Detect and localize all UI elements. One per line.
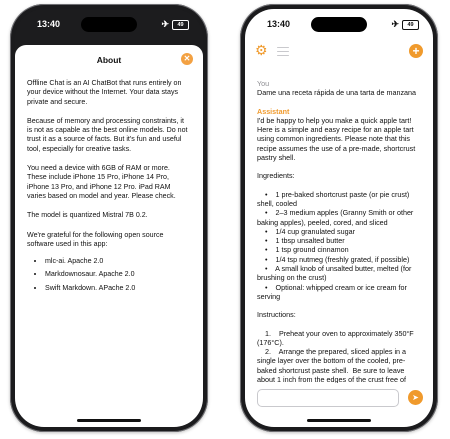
about-paragraph: Offline Chat is an AI ChatBot that runs …	[27, 79, 182, 106]
ingredients-list: • 1 pre-baked shortcrust paste (or pie c…	[257, 189, 414, 301]
chat-screen: 13:40 ✈ 49 ⚙ + You Dame una receta rápid…	[245, 9, 433, 427]
user-label: You	[257, 79, 270, 88]
user-message: Dame una receta rápida de una tarta de m…	[257, 88, 417, 98]
chat-transcript[interactable]: You Dame una receta rápida de una tarta …	[257, 79, 423, 383]
dynamic-island	[311, 17, 367, 32]
sheet-header: About ✕	[15, 45, 203, 75]
message-composer: ➤	[257, 389, 423, 409]
dynamic-island	[81, 17, 137, 32]
airplane-icon: ✈	[161, 19, 169, 29]
status-time: 13:40	[267, 19, 291, 29]
about-paragraph: Because of memory and processing constra…	[27, 116, 188, 153]
assistant-intro: I'd be happy to help you make a quick ap…	[257, 115, 418, 163]
new-chat-button[interactable]: +	[409, 44, 423, 58]
assistant-label: Assistant	[257, 106, 290, 116]
battery-icon: 49	[402, 19, 419, 30]
message-input[interactable]	[257, 389, 399, 407]
home-indicator	[77, 419, 141, 422]
instructions-list: 1. Preheat your oven to approximately 35…	[257, 328, 414, 383]
send-icon[interactable]: ➤	[408, 390, 423, 405]
list-icon[interactable]	[277, 44, 289, 56]
phone-about: 13:40 ✈ 49 About ✕ Offline Chat is an AI…	[10, 4, 208, 432]
about-sheet: About ✕ Offline Chat is an AI ChatBot th…	[15, 45, 203, 427]
home-indicator	[307, 419, 371, 422]
chat-toolbar: ⚙ +	[255, 42, 423, 60]
list-item: Swift Markdown. APache 2.0	[45, 284, 191, 293]
list-item: Markdownosaur. Apache 2.0	[45, 270, 191, 279]
close-icon[interactable]: ✕	[181, 53, 193, 65]
airplane-icon: ✈	[391, 19, 399, 29]
about-paragraph: The model is quantized Mistral 7B 0.2.	[27, 211, 148, 220]
about-paragraph: We're grateful for the following open so…	[27, 230, 164, 248]
page-title: About	[96, 55, 122, 65]
battery-icon: 49	[172, 19, 189, 30]
instructions-heading: Instructions:	[257, 310, 296, 320]
gear-icon[interactable]: ⚙	[255, 42, 268, 58]
phone-chat: 13:40 ✈ 49 ⚙ + You Dame una receta rápid…	[240, 4, 438, 432]
status-time: 13:40	[37, 19, 61, 29]
ingredients-heading: Ingredients:	[257, 171, 295, 181]
license-list: mlc-ai. Apache 2.0 Markdownosaur. Apache…	[27, 257, 191, 293]
list-item: mlc-ai. Apache 2.0	[45, 257, 191, 266]
about-paragraph: You need a device with 6GB of RAM or mor…	[27, 164, 176, 200]
about-screen: 13:40 ✈ 49 About ✕ Offline Chat is an AI…	[15, 9, 203, 427]
about-body: Offline Chat is an AI ChatBot that runs …	[15, 75, 203, 293]
